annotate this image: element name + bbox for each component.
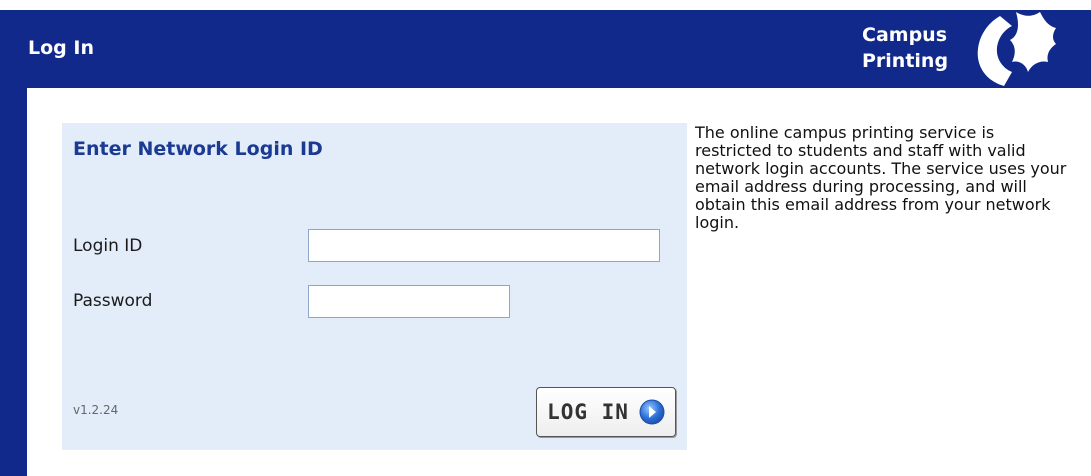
login-button[interactable]: LOG IN <box>536 387 676 437</box>
login-button-label: LOG IN <box>547 400 629 424</box>
login-id-label: Login ID <box>73 236 143 256</box>
login-panel-title: Enter Network Login ID <box>73 138 323 160</box>
brand-name: Campus Printing <box>862 22 948 74</box>
brand-line-2: Printing <box>862 50 949 72</box>
login-id-input[interactable] <box>308 229 660 262</box>
password-label: Password <box>73 291 153 311</box>
info-text: The online campus printing service is re… <box>695 123 1067 232</box>
arrow-right-circle-icon <box>639 399 665 425</box>
version-label: v1.2.24 <box>73 403 119 417</box>
page-title: Log In <box>28 37 94 59</box>
brand-line-1: Campus <box>862 24 947 46</box>
password-input[interactable] <box>308 285 510 318</box>
campus-logo-icon <box>977 12 1056 86</box>
